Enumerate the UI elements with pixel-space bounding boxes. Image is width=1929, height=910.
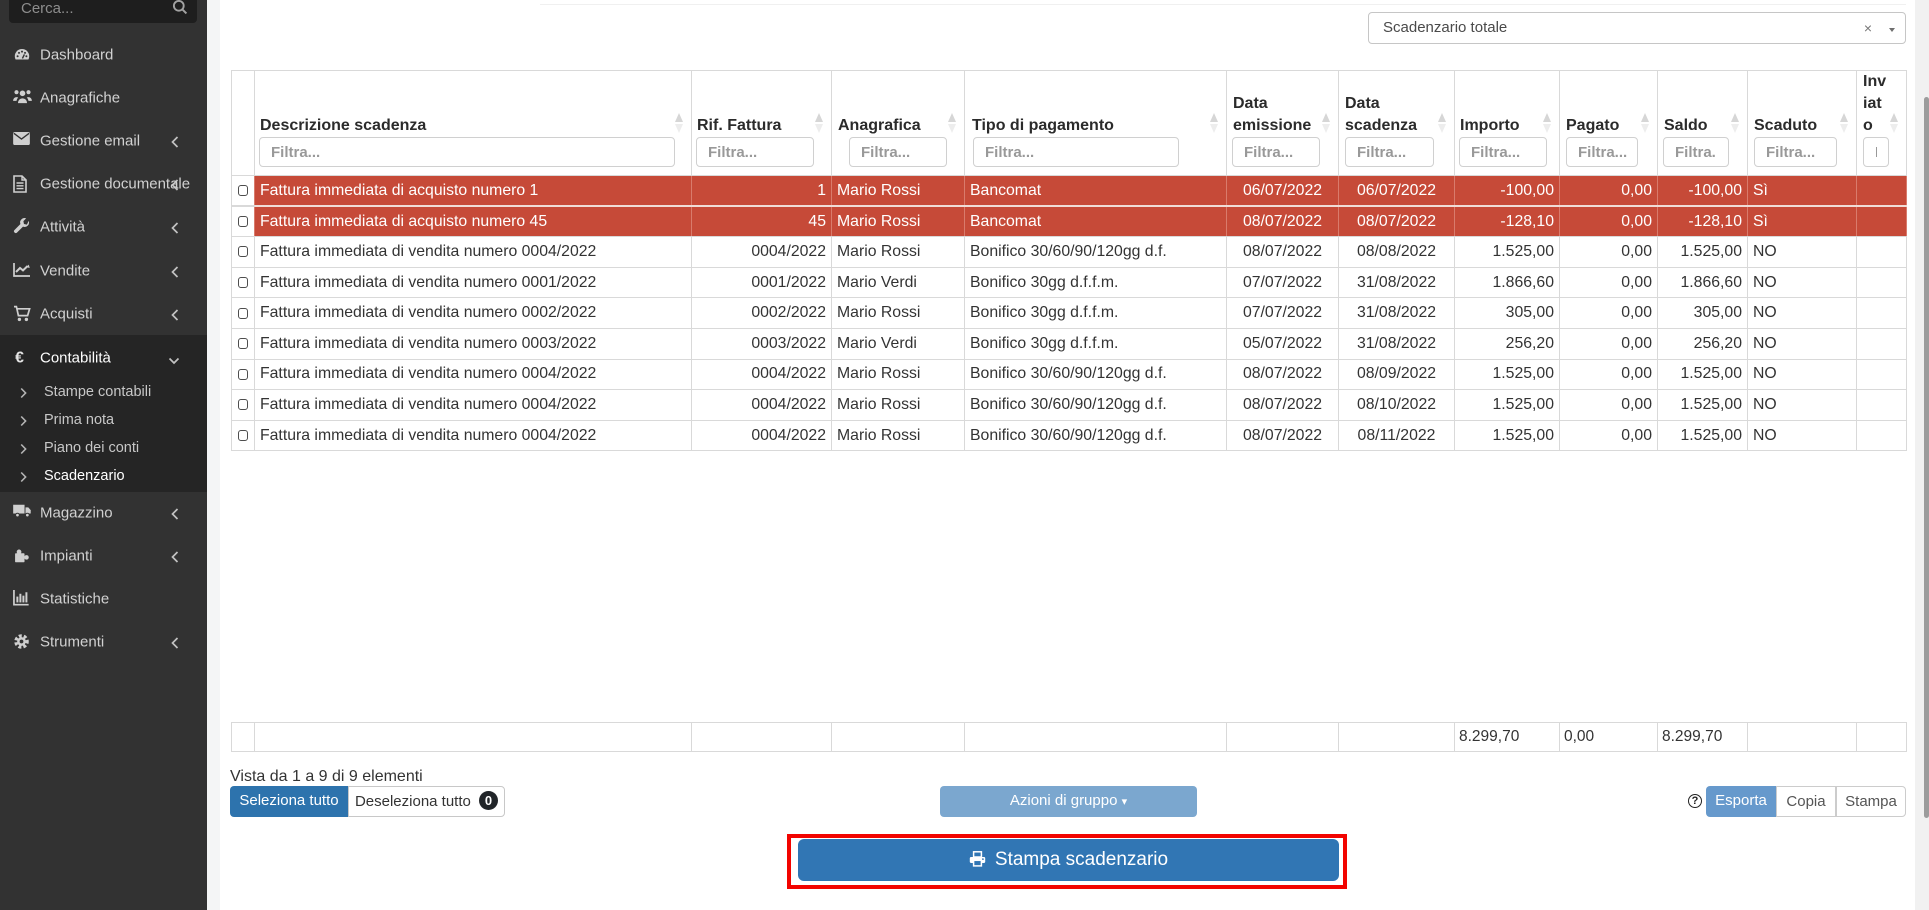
svg-text:€: €: [15, 349, 24, 365]
